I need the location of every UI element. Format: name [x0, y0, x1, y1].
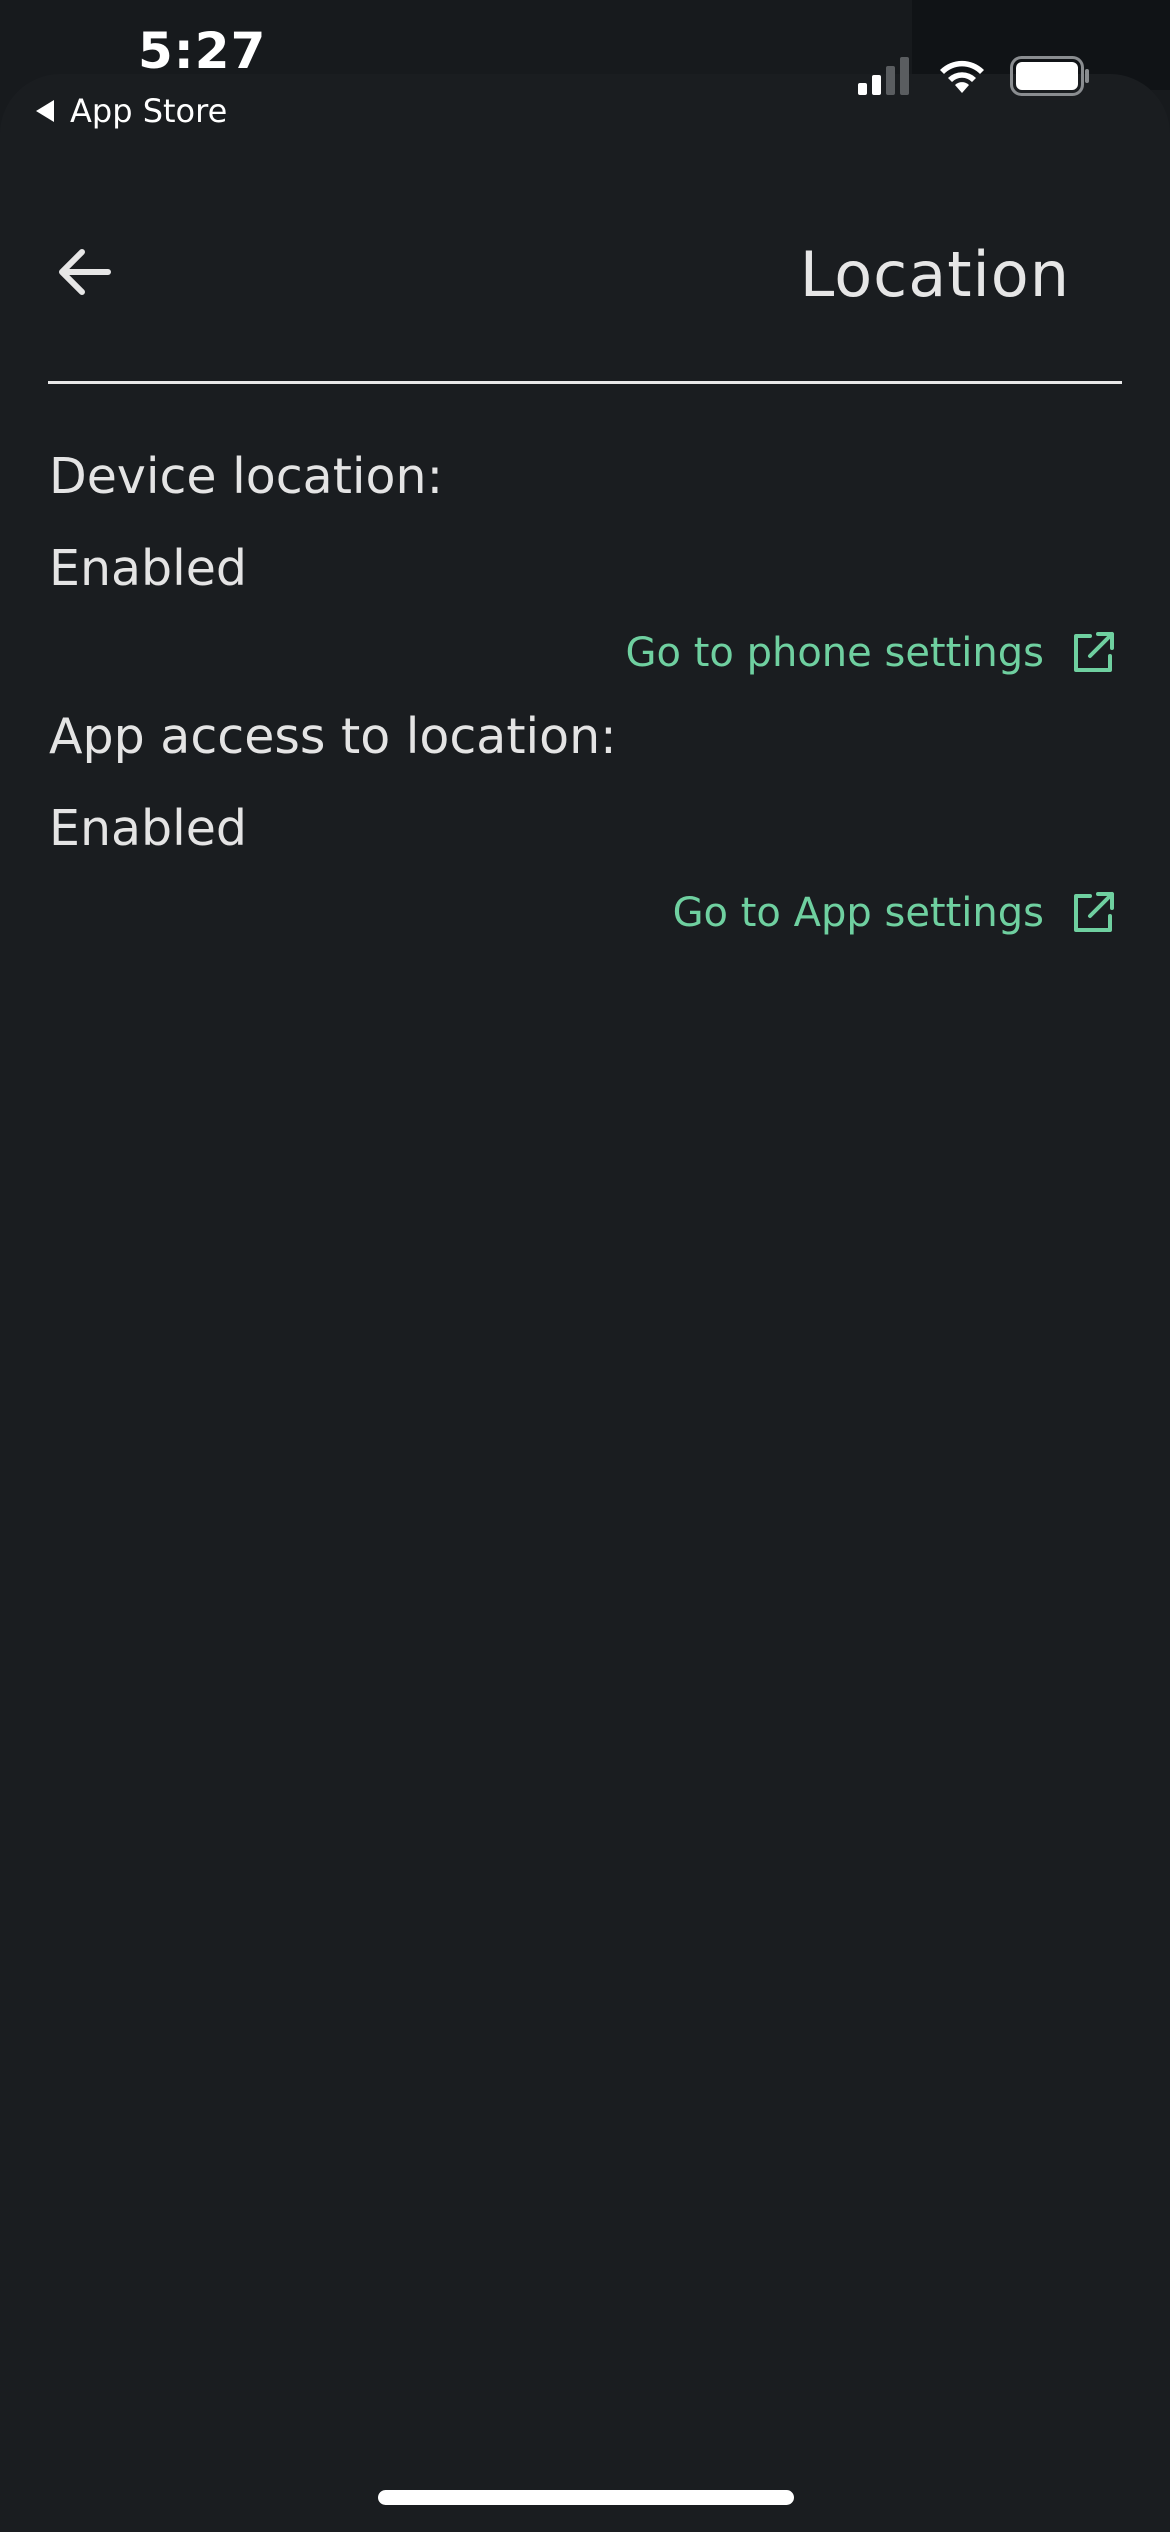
cellular-signal-icon: [858, 57, 914, 95]
back-button[interactable]: [52, 240, 116, 304]
back-triangle-icon: [36, 100, 54, 122]
header-divider: [48, 381, 1122, 384]
go-to-app-settings-link[interactable]: Go to App settings: [673, 888, 1118, 938]
page-title: Location: [799, 238, 1070, 311]
page-header: Location: [0, 200, 1170, 350]
battery-icon: [1010, 56, 1090, 96]
device-location-label: Device location:: [49, 448, 444, 505]
status-icons: [858, 56, 1090, 96]
modal-sheet: [0, 74, 1170, 2532]
external-link-icon: [1074, 892, 1114, 932]
app-access-location-label: App access to location:: [49, 708, 617, 765]
external-link-icon: [1074, 632, 1114, 672]
home-indicator[interactable]: [378, 2490, 794, 2505]
location-settings-screen: 5:27 App Store Location Device location:…: [0, 0, 1170, 2532]
device-location-status: Enabled: [49, 540, 248, 597]
app-access-location-status: Enabled: [49, 800, 248, 857]
arrow-left-icon: [59, 249, 111, 295]
back-app-label: App Store: [70, 92, 228, 130]
go-to-phone-settings-link[interactable]: Go to phone settings: [626, 628, 1118, 678]
wifi-icon: [940, 60, 984, 93]
status-time: 5:27: [138, 22, 267, 80]
phone-settings-link-label: Go to phone settings: [625, 630, 1044, 676]
app-settings-link-label: Go to App settings: [672, 890, 1044, 936]
back-to-app-store-link[interactable]: App Store: [36, 88, 227, 134]
